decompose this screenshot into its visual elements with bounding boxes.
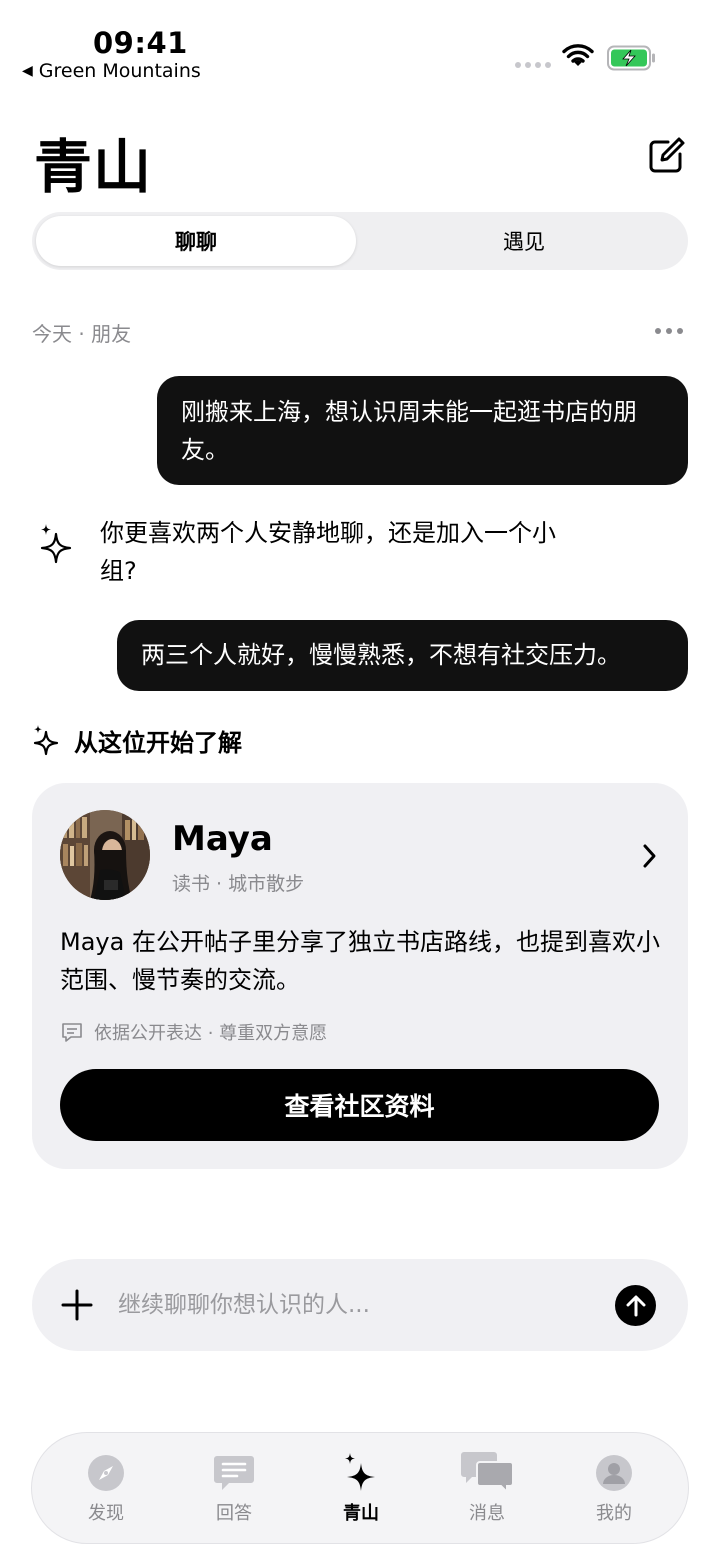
sparkle-icon bbox=[33, 724, 59, 755]
tab-bar: 发现 回答 青山 消息 我的 bbox=[31, 1432, 689, 1544]
suggestion-heading: 从这位开始了解 bbox=[32, 723, 242, 758]
tab-discover[interactable]: 发现 bbox=[56, 1451, 156, 1531]
privacy-note-text: 依据公开表达 · 尊重双方意愿 bbox=[94, 1023, 328, 1044]
status-bar: 09:41 ◀ Green Mountains bbox=[0, 0, 720, 100]
plus-icon[interactable] bbox=[60, 1287, 94, 1323]
user-message-bubble: 两三个人就好，慢慢熟悉，不想有社交压力。 bbox=[117, 620, 688, 691]
profile-icon bbox=[596, 1455, 632, 1491]
tab-profile[interactable]: 我的 bbox=[564, 1451, 664, 1531]
page-title: 青山 bbox=[34, 133, 153, 201]
user-message-bubble: 刚搬来上海，想认识周末能一起逛书店的朋友。 bbox=[157, 376, 688, 485]
tab-label: 消息 bbox=[469, 1503, 505, 1524]
more-options-icon[interactable] bbox=[655, 328, 683, 334]
messages-icon bbox=[461, 1452, 514, 1495]
conversation-meta: 今天 · 朋友 bbox=[32, 322, 132, 346]
tab-label: 青山 bbox=[343, 1503, 379, 1524]
cellular-signal-icon bbox=[515, 62, 551, 68]
wifi-icon bbox=[562, 44, 594, 66]
back-to-app-link[interactable]: ◀ Green Mountains bbox=[22, 60, 201, 82]
compass-icon bbox=[88, 1455, 124, 1491]
avatar[interactable] bbox=[60, 810, 150, 900]
back-app-label: Green Mountains bbox=[38, 60, 201, 82]
comment-icon bbox=[62, 1023, 82, 1042]
tab-label: 我的 bbox=[596, 1503, 632, 1524]
send-button[interactable] bbox=[615, 1285, 656, 1326]
profile-tags: 读书 · 城市散步 bbox=[172, 873, 305, 895]
back-triangle-icon: ◀ bbox=[22, 63, 33, 79]
tab-answers[interactable]: 回答 bbox=[184, 1451, 284, 1531]
segment-meet[interactable]: 遇见 bbox=[364, 216, 684, 266]
tab-label: 回答 bbox=[216, 1503, 252, 1524]
battery-charging-icon bbox=[607, 45, 655, 71]
profile-description: Maya 在公开帖子里分享了独立书店路线，也提到喜欢小范围、慢节奏的交流。 bbox=[60, 928, 660, 994]
segmented-control: 聊聊 遇见 bbox=[32, 212, 688, 270]
answer-bubble-icon bbox=[214, 1456, 254, 1490]
sparkle-icon bbox=[40, 524, 72, 564]
tab-qingshan[interactable]: 青山 bbox=[311, 1451, 411, 1531]
tab-label: 发现 bbox=[88, 1503, 124, 1524]
tab-messages[interactable]: 消息 bbox=[437, 1451, 537, 1531]
status-time: 09:41 bbox=[93, 26, 188, 60]
privacy-note: 依据公开表达 · 尊重双方意愿 bbox=[60, 1019, 327, 1045]
compose-icon[interactable] bbox=[646, 136, 686, 176]
suggestion-heading-label: 从这位开始了解 bbox=[74, 729, 242, 757]
arrow-up-icon bbox=[626, 1295, 645, 1316]
profile-card[interactable]: Maya 读书 · 城市散步 Maya 在公开帖子里分享了独立书店路线，也提到喜… bbox=[32, 783, 688, 1169]
assistant-message-text: 你更喜欢两个人安静地聊，还是加入一个小组? bbox=[100, 519, 556, 585]
segment-chat[interactable]: 聊聊 bbox=[36, 216, 356, 266]
message-composer bbox=[32, 1259, 688, 1351]
chevron-right-icon[interactable] bbox=[642, 843, 658, 869]
message-input[interactable] bbox=[118, 1285, 598, 1325]
view-community-profile-button[interactable]: 查看社区资料 bbox=[60, 1069, 659, 1141]
sparkle-icon bbox=[345, 1453, 375, 1491]
profile-name: Maya bbox=[172, 819, 273, 859]
